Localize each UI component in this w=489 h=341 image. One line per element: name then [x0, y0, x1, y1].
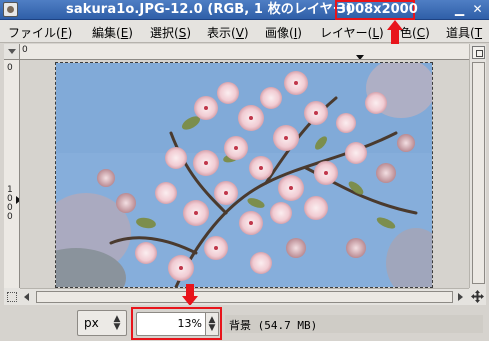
ruler-left-label: 0 [7, 194, 13, 204]
unit-dropdown[interactable]: px ▲ ▼ [77, 310, 127, 336]
zoom-fit-icon[interactable] [472, 46, 485, 59]
close-icon[interactable]: ✕ [470, 2, 485, 17]
minimize-icon[interactable]: ▁ [452, 2, 467, 17]
menu-image-label: 画像( [265, 26, 294, 40]
ruler-position-marker [356, 55, 364, 59]
menu-colors[interactable]: 色(C) [400, 24, 430, 41]
horizontal-scroll-thumb[interactable] [36, 291, 453, 303]
vertical-scroll-thumb[interactable] [472, 62, 485, 284]
highlight-arrow-down [182, 284, 198, 306]
ruler-left-label: 1 [7, 185, 13, 195]
navigate-icon-graphic [471, 290, 484, 303]
menu-image[interactable]: 画像(I) [265, 24, 302, 41]
zoom-dropdown-button[interactable]: ▲ ▼ [206, 312, 219, 336]
menu-tools-label: 道具( [446, 26, 475, 40]
ruler-left-label: 0 [7, 63, 13, 73]
photo-graphic [56, 63, 432, 287]
menu-file-mnemonic: F [60, 26, 68, 40]
menu-select-label: 選択( [150, 26, 179, 40]
menu-view-label: 表示( [207, 26, 236, 40]
menu-file-suffix: ) [67, 26, 73, 40]
image-canvas[interactable] [21, 61, 468, 288]
vertical-ruler[interactable]: 0 1 0 0 0 [4, 60, 20, 288]
scroll-left-icon[interactable] [24, 293, 29, 301]
zoom-highlight: 13% ▲ ▼ [131, 307, 222, 340]
chevron-updown-icon: ▲ ▼ [208, 315, 216, 333]
menu-tools-mnemonic: T [474, 26, 483, 40]
highlight-arrow-up [387, 20, 403, 44]
menu-view-mnemonic: V [235, 26, 244, 40]
menu-bar: ファイル(F) 編集(E) 選択(S) 表示(V) 画像(I) レイヤー(L) … [0, 20, 489, 43]
title-bar[interactable]: sakura1o.JPG-12.0 (RGB, 1 枚のレイヤー) 3008x2… [0, 0, 489, 20]
menu-layer-suffix: ) [379, 26, 384, 40]
menu-edit-label: 編集( [92, 26, 121, 40]
menu-colors-suffix: ) [425, 26, 430, 40]
horizontal-scrollbar[interactable] [20, 288, 469, 305]
quick-mask-icon[interactable] [4, 288, 20, 305]
menu-edit[interactable]: 編集(E) [92, 24, 133, 41]
ruler-left-label: 0 [7, 203, 13, 213]
menu-tools[interactable]: 道具(T [446, 24, 482, 41]
window-title: sakura1o.JPG-12.0 (RGB, 1 枚のレイヤー) [66, 2, 352, 17]
image-dimensions: 3008x2000 [335, 0, 418, 20]
vertical-scrollbar[interactable] [469, 44, 486, 288]
horizontal-ruler[interactable]: 0 [20, 44, 469, 60]
unit-value: px [84, 316, 99, 330]
menu-image-suffix: ) [297, 26, 302, 40]
menu-select[interactable]: 選択(S) [150, 24, 191, 41]
ruler-top-label: 0 [22, 45, 28, 55]
navigate-icon[interactable] [469, 288, 486, 305]
menu-file[interactable]: ファイル(F) [8, 24, 72, 41]
ruler-left-label: 0 [7, 212, 13, 222]
menu-view-suffix: ) [243, 26, 249, 40]
menu-file-label: ファイル( [8, 26, 61, 40]
chevron-updown-icon: ▲ ▼ [113, 314, 121, 332]
ruler-position-marker-left [16, 196, 19, 204]
cherry-blossom-photo[interactable] [55, 62, 433, 288]
menu-select-suffix: ) [186, 26, 191, 40]
menu-layer[interactable]: レイヤー(L) [320, 24, 384, 41]
menu-layer-mnemonic: L [372, 26, 380, 40]
scroll-right-icon[interactable] [458, 293, 463, 301]
ruler-corner-menu-button[interactable] [4, 44, 20, 60]
gimp-image-icon[interactable] [3, 2, 18, 17]
menu-colors-mnemonic: C [416, 26, 426, 40]
zoom-input[interactable]: 13% [136, 312, 206, 336]
menu-view[interactable]: 表示(V) [207, 24, 249, 41]
menu-layer-label: レイヤー( [320, 26, 373, 40]
status-bar: px ▲ ▼ 13% ▲ ▼ 背景 (54.7 MB) [0, 305, 489, 341]
menu-edit-suffix: ) [128, 26, 133, 40]
status-message: 背景 (54.7 MB) [225, 315, 483, 333]
